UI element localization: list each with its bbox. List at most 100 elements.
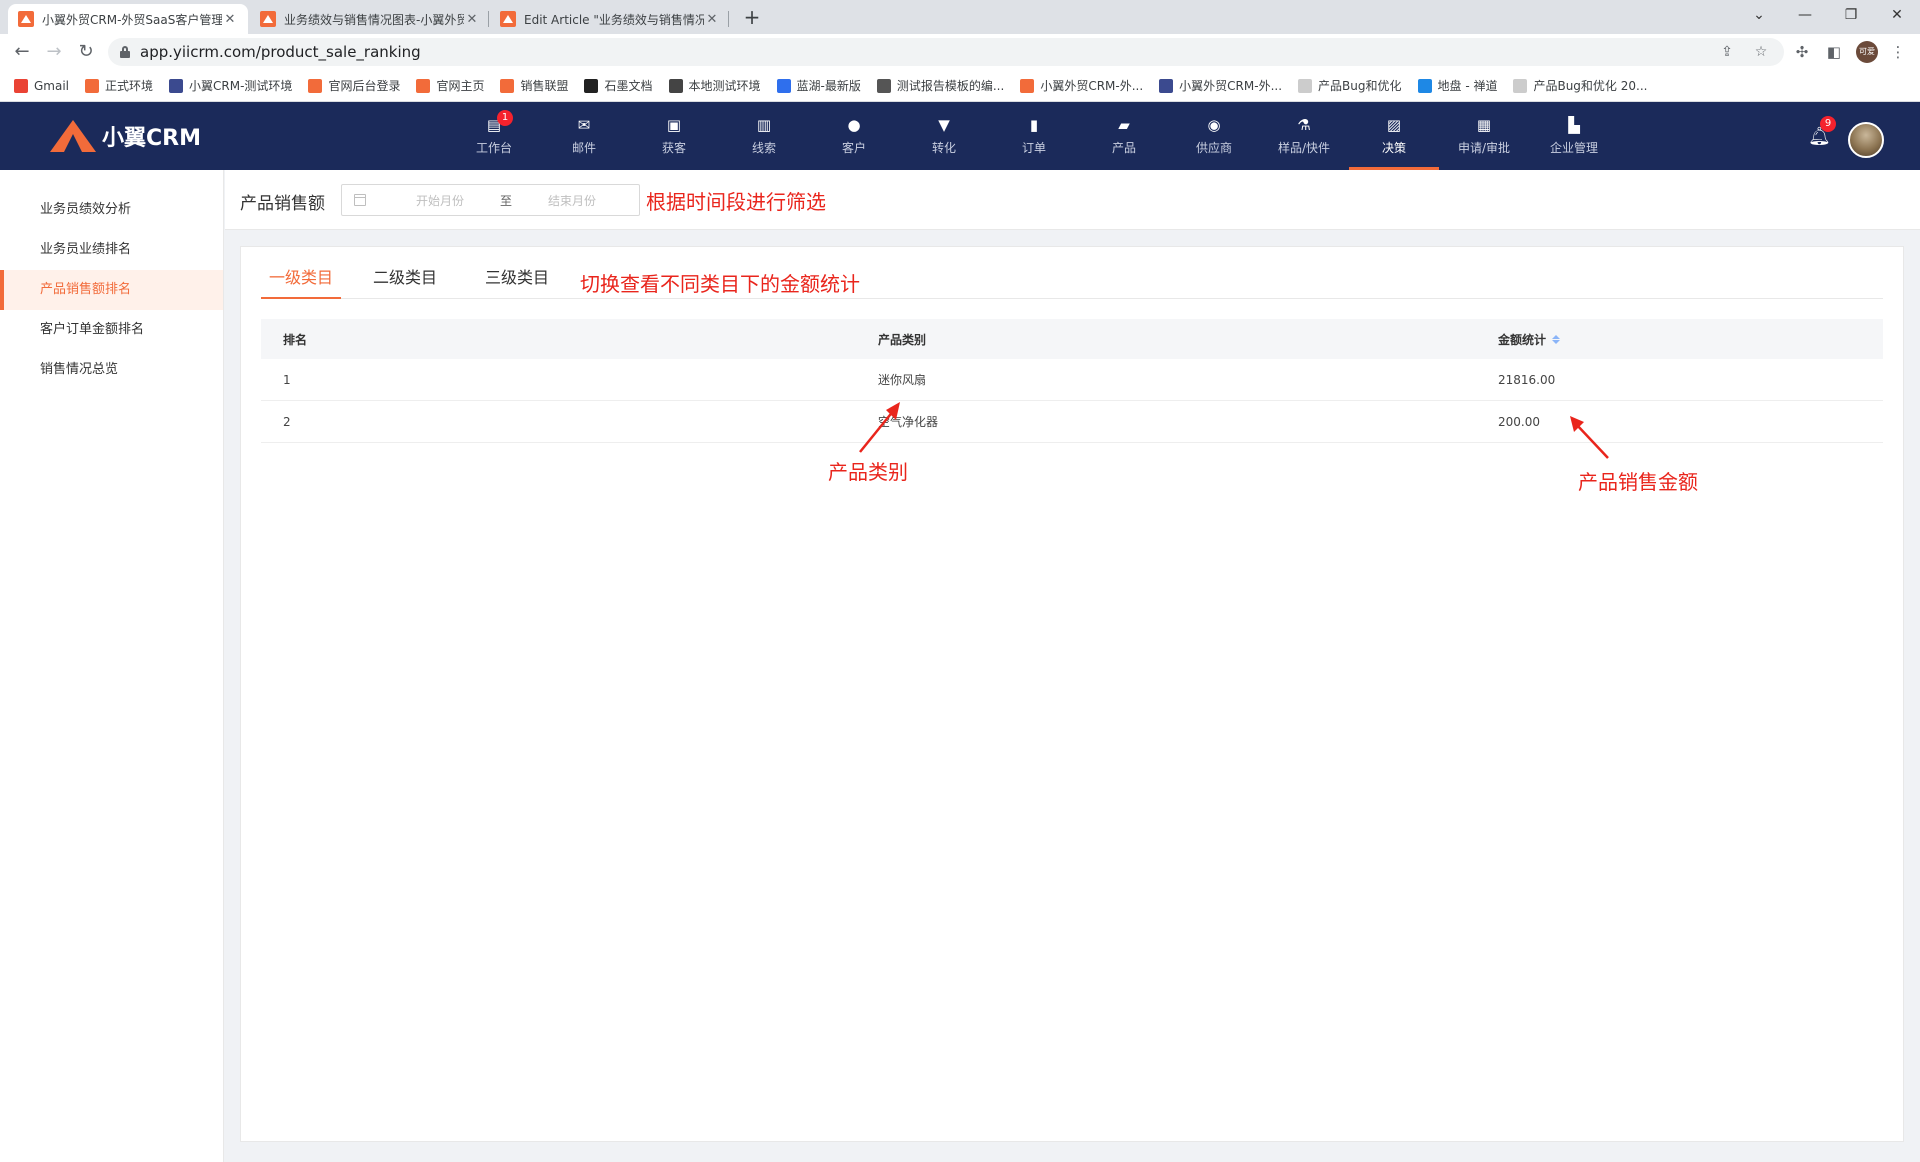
brand-name: 小翼CRM xyxy=(102,126,201,151)
bookmark-label: 小翼外贸CRM-外... xyxy=(1179,79,1283,93)
yiicrm-favicon-icon xyxy=(18,11,34,27)
bookmark-item[interactable]: 小翼外贸CRM-外... xyxy=(1020,77,1143,94)
minimize-icon[interactable]: — xyxy=(1782,0,1828,30)
bookmark-item[interactable]: 蓝湖-最新版 xyxy=(776,77,861,94)
bookmarks-bar: Gmail 正式环境 小翼CRM-测试环境 官网后台登录 官网主页 销售联盟 石墨文档 本地测… xyxy=(0,70,1920,102)
cell-rank: 2 xyxy=(283,414,291,429)
nav-item[interactable]: ▼ 转化 xyxy=(899,102,989,170)
new-tab-button[interactable]: + xyxy=(738,4,766,32)
sample-icon: ⚗ xyxy=(1297,115,1311,134)
tab-close-icon[interactable]: ✕ xyxy=(222,12,238,27)
nav-item[interactable]: ▤ 1 工作台 xyxy=(449,102,539,170)
nav-item[interactable]: ▥ 线索 xyxy=(719,102,809,170)
bookmark-item[interactable]: Gmail xyxy=(14,78,69,93)
column-amount[interactable]: 金额统计 xyxy=(1498,331,1883,348)
address-bar[interactable]: app.yiicrm.com/product_sale_ranking ⇪ ☆ xyxy=(108,38,1784,66)
user-avatar[interactable] xyxy=(1848,122,1884,158)
nav-label: 获客 xyxy=(661,140,686,155)
sort-icon[interactable] xyxy=(1552,334,1561,344)
tab-separator xyxy=(728,11,729,27)
tab-search-icon[interactable]: ⌄ xyxy=(1736,0,1782,30)
forward-icon[interactable]: → xyxy=(40,38,68,66)
nav-item[interactable]: ◉ 供应商 xyxy=(1169,102,1259,170)
bookmark-item[interactable]: 测试报告模板的编... xyxy=(876,77,1004,94)
notification-bell-icon[interactable]: 🔔︎ 9 xyxy=(1808,116,1836,148)
bookmark-item[interactable]: 销售联盟 xyxy=(500,77,568,94)
sidebar-item[interactable]: 业务员业绩排名 xyxy=(0,230,223,270)
nav-item[interactable]: ⚗ 样品/快件 xyxy=(1259,102,1349,170)
close-window-icon[interactable]: ✕ xyxy=(1874,0,1920,30)
bookmark-favicon-icon xyxy=(416,78,431,93)
sidebar-item[interactable]: 销售情况总览 xyxy=(0,350,223,390)
approval-icon: ▦ xyxy=(1476,115,1492,134)
funnel-icon: ▼ xyxy=(938,115,950,134)
bookmark-item[interactable]: 官网后台登录 xyxy=(308,77,400,94)
browser-tabstrip: 小翼外贸CRM-外贸SaaS客户管理 ✕ 业务绩效与销售情况图表-小翼外贸 ✕ … xyxy=(0,0,1920,34)
nav-item[interactable]: ▰ 产品 xyxy=(1079,102,1169,170)
app-logo[interactable]: 小翼CRM xyxy=(50,120,201,152)
bookmark-item[interactable]: 石墨文档 xyxy=(584,77,653,94)
bookmark-label: 小翼外贸CRM-外... xyxy=(1040,79,1144,93)
start-month-input[interactable]: 开始月份 xyxy=(390,192,490,209)
bookmark-favicon-icon xyxy=(1020,78,1035,93)
sidebar-item[interactable]: 业务员绩效分析 xyxy=(0,190,223,230)
tab-title: 业务绩效与销售情况图表-小翼外贸 xyxy=(284,12,464,27)
column-rank: 排名 xyxy=(283,332,308,347)
tab-close-icon[interactable]: ✕ xyxy=(704,12,720,27)
browser-tab[interactable]: 小翼外贸CRM-外贸SaaS客户管理 ✕ xyxy=(8,4,248,34)
browser-tab[interactable]: Edit Article "业务绩效与销售情况 ✕ xyxy=(490,4,730,34)
nav-item[interactable]: ▨ 决策 xyxy=(1349,102,1439,170)
month-range-picker[interactable]: 开始月份 至 结束月份 xyxy=(341,184,640,216)
nav-item[interactable]: ▣ 获客 xyxy=(629,102,719,170)
restore-icon[interactable]: ❐ xyxy=(1828,0,1874,30)
nav-label: 转化 xyxy=(931,140,956,155)
bookmark-item[interactable]: 产品Bug和优化 20... xyxy=(1513,77,1647,94)
nav-label: 产品 xyxy=(1111,140,1136,155)
bookmark-item[interactable]: 地盘 - 禅道 xyxy=(1417,77,1497,94)
back-icon[interactable]: ← xyxy=(8,38,36,66)
nav-item[interactable]: ✉ 邮件 xyxy=(539,102,629,170)
tab-level1-category[interactable]: 一级类目 xyxy=(261,263,341,299)
browser-tab[interactable]: 业务绩效与销售情况图表-小翼外贸 ✕ xyxy=(250,4,490,34)
nav-label: 决策 xyxy=(1381,140,1406,155)
share-icon[interactable]: ⇪ xyxy=(1714,38,1740,66)
bookmark-star-icon[interactable]: ☆ xyxy=(1748,38,1774,66)
acquire-icon: ▣ xyxy=(666,115,682,134)
browser-toolbar: ← → ↻ app.yiicrm.com/product_sale_rankin… xyxy=(0,34,1920,70)
bookmark-item[interactable]: 小翼CRM-测试环境 xyxy=(169,77,292,94)
table-row: 1 迷你风扇 21816.00 xyxy=(261,359,1883,401)
yiicrm-favicon-icon xyxy=(500,11,516,27)
nav-item[interactable]: ▮ 订单 xyxy=(989,102,1079,170)
bookmark-item[interactable]: 正式环境 xyxy=(85,77,153,94)
nav-label: 样品/快件 xyxy=(1277,140,1331,155)
bookmark-label: 石墨文档 xyxy=(604,79,653,93)
bookmark-item[interactable]: 官网主页 xyxy=(416,77,484,94)
bookmark-item[interactable]: 本地测试环境 xyxy=(668,77,761,94)
sidebar-item[interactable]: 客户订单金额排名 xyxy=(0,310,223,350)
nav-item[interactable]: ▦ 申请/审批 xyxy=(1439,102,1529,170)
decision-icon: ▨ xyxy=(1386,115,1402,134)
bookmark-favicon-icon xyxy=(876,78,891,93)
tab-close-icon[interactable]: ✕ xyxy=(464,12,480,27)
bookmark-item[interactable]: 小翼外贸CRM-外... xyxy=(1159,77,1282,94)
sidebar-item[interactable]: 产品销售额排名 xyxy=(0,270,223,310)
end-month-input[interactable]: 结束月份 xyxy=(522,192,622,209)
menu-kebab-icon[interactable]: ⋮ xyxy=(1884,38,1912,66)
nav-item[interactable]: ▙ 企业管理 xyxy=(1529,102,1619,170)
lock-icon[interactable] xyxy=(120,46,130,58)
calendar-icon xyxy=(354,194,366,206)
tab-separator xyxy=(488,11,489,27)
reload-icon[interactable]: ↻ xyxy=(72,38,100,66)
tab-level3-category[interactable]: 三级类目 xyxy=(477,263,557,299)
bookmark-item[interactable]: 产品Bug和优化 xyxy=(1298,77,1402,94)
column-category: 产品类别 xyxy=(878,332,927,347)
tab-level2-category[interactable]: 二级类目 xyxy=(365,263,445,299)
sidebar: 业务员绩效分析 业务员业绩排名 产品销售额排名 客户订单金额排名 销售情况总览 xyxy=(0,170,224,1162)
enterprise-icon: ▙ xyxy=(1568,115,1580,134)
extensions-icon[interactable]: ✣ xyxy=(1788,38,1816,66)
nav-badge: 1 xyxy=(497,109,513,126)
side-panel-icon[interactable]: ◧ xyxy=(1820,38,1848,66)
nav-label: 供应商 xyxy=(1195,140,1232,155)
nav-item[interactable]: ● 客户 xyxy=(809,102,899,170)
profile-avatar[interactable]: 可爱 xyxy=(1856,41,1878,63)
